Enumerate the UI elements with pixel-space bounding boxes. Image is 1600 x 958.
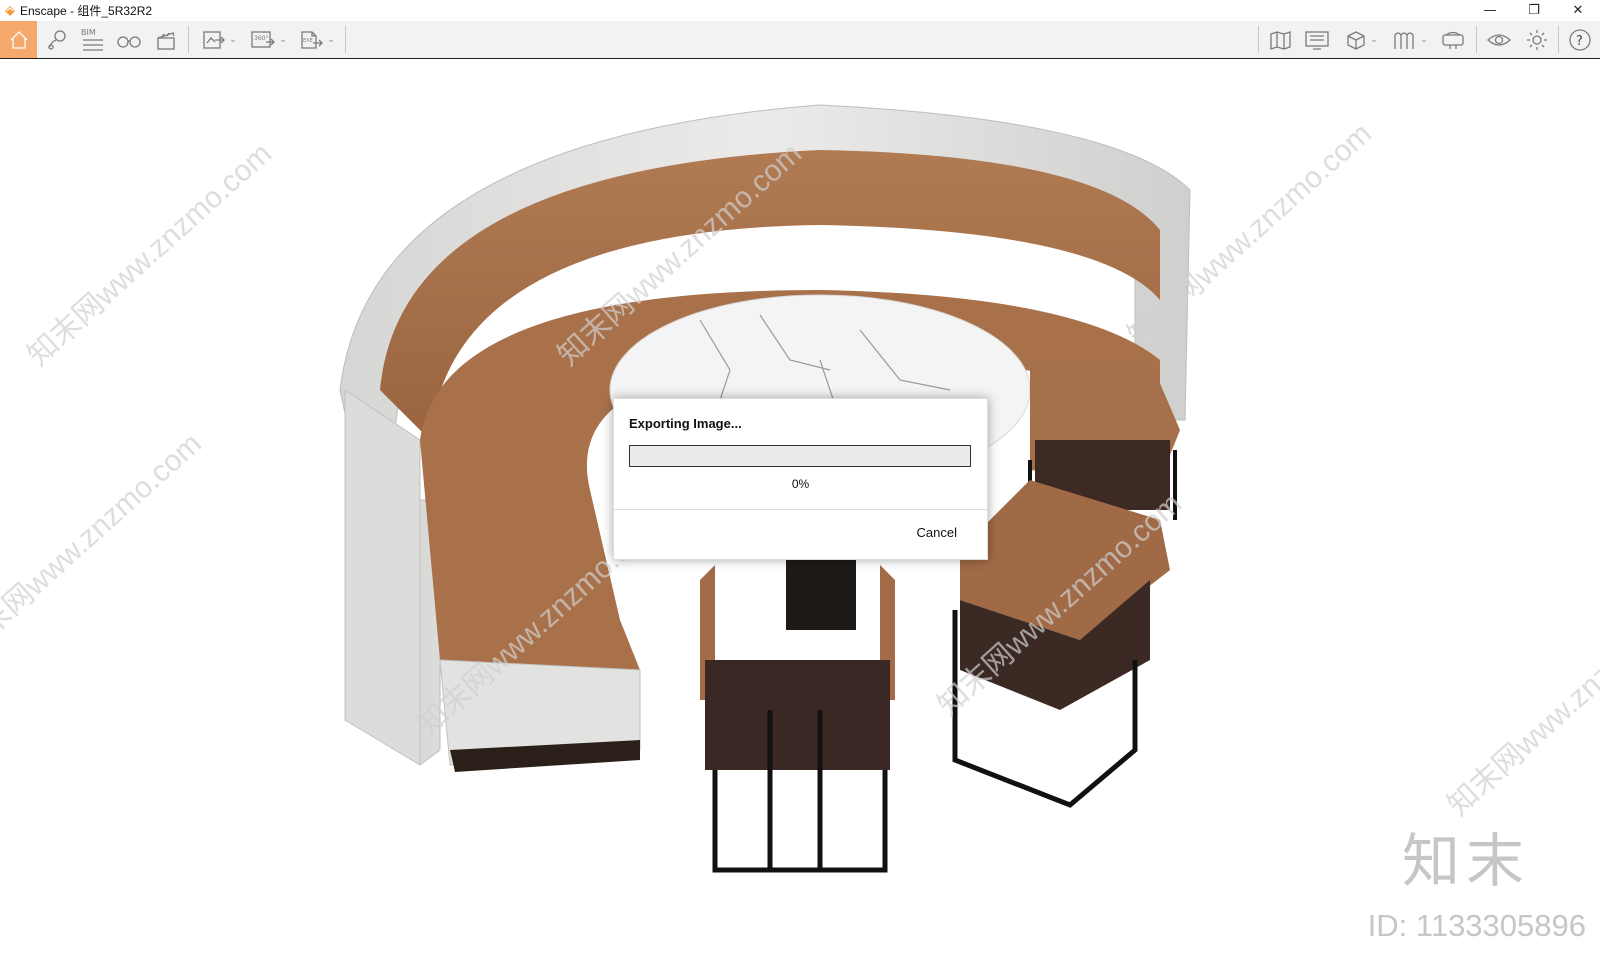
map-pin-icon [48,29,66,50]
chevron-down-icon[interactable]: ⌄ [327,35,335,45]
visual-settings-button[interactable] [1482,23,1516,56]
home-icon [10,30,27,49]
cube-button[interactable]: ⌄ [1340,23,1382,56]
binoculars-icon [117,35,141,48]
toolbar-separator [345,26,346,53]
title-bar: Enscape - 组件_5R32R2 — ❐ ✕ [0,0,1600,21]
bim-button[interactable]: BIM [78,23,108,56]
gear-icon [1527,29,1547,50]
close-button[interactable]: ✕ [1556,0,1600,21]
restore-button[interactable]: ❐ [1512,0,1556,21]
help-label: ? [1576,34,1583,49]
settings-button[interactable] [1520,23,1554,56]
toolbar-separator [188,26,189,53]
brand-watermark: 知末 [1401,827,1530,895]
help-icon: ? [1569,28,1591,51]
export-exe-button[interactable]: EXE ⌄ [293,23,339,56]
window-title: Enscape - 组件_5R32R2 [20,4,153,18]
video-editor-button[interactable] [151,23,181,56]
vr-button[interactable] [1437,23,1469,56]
export-progress-bar [629,445,971,467]
help-button[interactable]: ? [1564,23,1596,56]
chevron-down-icon[interactable]: ⌄ [229,35,237,45]
chevron-down-icon[interactable]: ⌄ [1370,35,1378,45]
vr-headset-icon [1442,31,1464,49]
export-image-icon [203,30,226,49]
eye-icon [1487,33,1511,46]
dialog-title: Exporting Image... [629,416,742,431]
enscape-logo-icon [5,5,15,16]
bim-label: BIM [81,28,96,37]
pano-label: 360° [254,35,268,42]
window-controls: — ❐ ✕ [1468,0,1600,21]
cancel-button[interactable]: Cancel [917,525,957,540]
asset-library-button[interactable]: ⌄ [1388,23,1432,56]
bim-icon [83,39,103,51]
toolbar: BIM ⌄ 360° ⌄ EXE ⌄ ⌄ ⌄ ? [0,21,1600,71]
chevron-down-icon[interactable]: ⌄ [279,35,287,45]
export-exe-icon: EXE [301,30,324,49]
export-360-icon: 360° [251,30,276,48]
export-image-button[interactable]: ⌄ [196,23,242,56]
chevron-down-icon[interactable]: ⌄ [1420,35,1428,45]
monitor-button[interactable] [1302,23,1332,56]
clapperboard-icon [157,31,175,50]
id-watermark: ID: 1133305896 [1367,908,1586,943]
export-progress-dialog: Exporting Image... 0% Cancel [613,398,988,560]
map-view-button[interactable] [1266,23,1296,56]
views-button[interactable] [42,23,72,56]
monitor-icon [1305,30,1329,50]
cube-icon [1347,30,1365,50]
asset-library-icon [1394,31,1414,49]
map-icon [1270,30,1291,50]
toolbar-separator [1258,26,1259,53]
home-button[interactable] [0,21,37,58]
export-360-button[interactable]: 360° ⌄ [245,23,291,56]
progress-percent: 0% [791,477,810,491]
toolbar-separator [1558,26,1559,53]
exe-label: EXE [303,38,313,44]
toolbar-separator [1476,26,1477,53]
minimize-button[interactable]: — [1468,0,1512,21]
binoculars-button[interactable] [114,23,144,56]
dialog-divider [614,509,987,510]
